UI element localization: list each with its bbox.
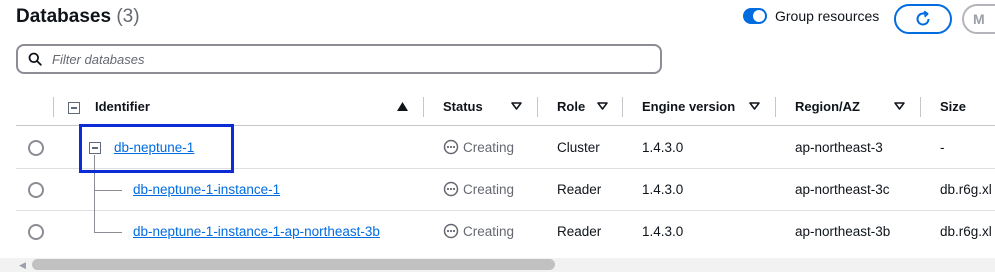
toggle-switch[interactable] bbox=[743, 8, 767, 24]
collapse-all-icon[interactable] bbox=[68, 102, 80, 114]
page-title-text: Databases bbox=[16, 6, 112, 27]
sort-ascending-icon[interactable] bbox=[397, 102, 408, 111]
column-divider bbox=[775, 97, 776, 117]
resource-count: (3) bbox=[116, 6, 140, 27]
column-header-size[interactable]: Size bbox=[940, 99, 966, 114]
column-divider bbox=[53, 97, 54, 117]
search-icon bbox=[28, 52, 42, 66]
region-cell: ap-northeast-3b bbox=[795, 224, 891, 239]
column-header-status[interactable]: Status bbox=[443, 99, 483, 114]
table-row[interactable]: db-neptune-1-instance-1 Creating Reader … bbox=[0, 168, 995, 210]
column-divider bbox=[622, 97, 623, 117]
status-text: Creating bbox=[463, 139, 515, 155]
size-cell: db.r6g.xl bbox=[940, 182, 992, 197]
sort-caret-down-icon[interactable] bbox=[511, 102, 522, 110]
table-row[interactable]: db-neptune-1-instance-1-ap-northeast-3b … bbox=[0, 210, 995, 252]
sort-caret-down-icon[interactable] bbox=[597, 102, 608, 110]
db-identifier-link[interactable]: db-neptune-1-instance-1 bbox=[133, 182, 280, 197]
group-resources-label: Group resources bbox=[775, 8, 880, 24]
tree-connector-horizontal bbox=[94, 190, 122, 191]
status-indicator: Creating bbox=[443, 181, 514, 197]
region-cell: ap-northeast-3 bbox=[795, 140, 883, 155]
modify-button[interactable]: M bbox=[962, 4, 995, 34]
group-resources-toggle[interactable]: Group resources bbox=[743, 8, 879, 24]
role-cell: Reader bbox=[557, 224, 602, 239]
sort-caret-down-icon[interactable] bbox=[749, 102, 760, 110]
column-header-engine-version[interactable]: Engine version bbox=[642, 99, 735, 114]
page-title: Databases (3) bbox=[16, 6, 140, 28]
size-cell: db.r6g.xl bbox=[940, 224, 992, 239]
status-text: Creating bbox=[463, 181, 515, 197]
row-select-radio[interactable] bbox=[28, 182, 44, 198]
db-identifier-link[interactable]: db-neptune-1-instance-1-ap-northeast-3b bbox=[133, 224, 380, 239]
column-divider bbox=[920, 97, 921, 117]
scroll-left-icon[interactable]: ◀ bbox=[19, 260, 26, 271]
column-header-region-az[interactable]: Region/AZ bbox=[795, 99, 860, 114]
sort-caret-down-icon[interactable] bbox=[894, 102, 905, 110]
tree-connector-horizontal bbox=[94, 232, 122, 233]
status-text: Creating bbox=[463, 223, 515, 239]
column-divider bbox=[423, 97, 424, 117]
row-select-radio[interactable] bbox=[28, 224, 44, 240]
in-progress-icon bbox=[443, 181, 459, 197]
role-cell: Cluster bbox=[557, 140, 600, 155]
refresh-icon bbox=[916, 10, 930, 26]
horizontal-scrollbar[interactable]: ◀ bbox=[0, 258, 995, 272]
column-divider bbox=[537, 97, 538, 117]
refresh-button[interactable] bbox=[894, 4, 952, 34]
table-header: Identifier Status Role Engine version Re… bbox=[0, 90, 995, 125]
in-progress-icon bbox=[443, 139, 459, 155]
role-cell: Reader bbox=[557, 182, 602, 197]
in-progress-icon bbox=[443, 223, 459, 239]
column-header-role[interactable]: Role bbox=[557, 99, 585, 114]
engine-version-cell: 1.4.3.0 bbox=[642, 224, 684, 239]
filter-bar[interactable] bbox=[16, 44, 662, 74]
size-cell: - bbox=[940, 140, 945, 155]
row-select-radio[interactable] bbox=[28, 140, 44, 156]
filter-databases-input[interactable] bbox=[50, 50, 614, 68]
engine-version-cell: 1.4.3.0 bbox=[642, 182, 684, 197]
engine-version-cell: 1.4.3.0 bbox=[642, 140, 684, 155]
column-header-identifier[interactable]: Identifier bbox=[95, 99, 150, 114]
scrollbar-thumb[interactable] bbox=[32, 259, 555, 270]
status-indicator: Creating bbox=[443, 139, 514, 155]
status-indicator: Creating bbox=[443, 223, 514, 239]
highlight-box bbox=[79, 124, 234, 173]
region-cell: ap-northeast-3c bbox=[795, 182, 890, 197]
